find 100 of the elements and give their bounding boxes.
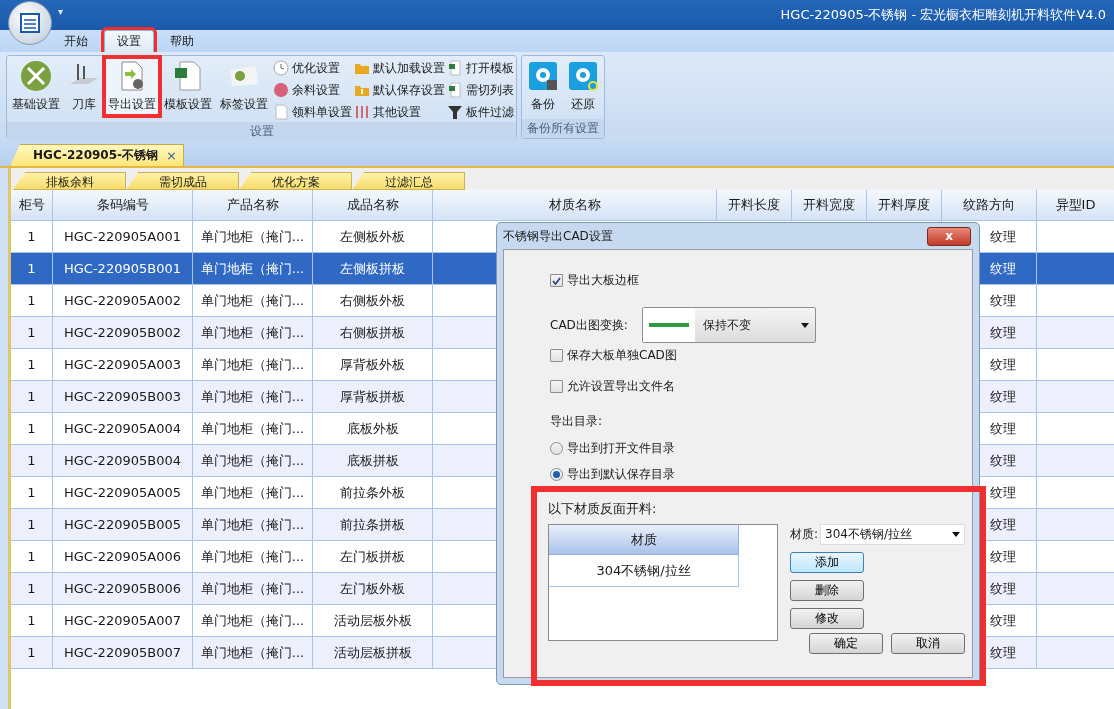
dialog-button[interactable]: 确定 [809,633,883,654]
table-cell: 单门地柜（掩门... [193,413,313,445]
sub-tab[interactable]: 排板余料 [13,172,126,190]
checkbox-label: 导出大板边框 [567,272,639,289]
column-header[interactable]: 异型ID [1037,190,1114,221]
caret-icon [800,322,809,328]
table-cell: 厚背板外板 [313,349,433,381]
group-label: 备份所有设置 [522,119,604,138]
checkbox[interactable] [550,349,563,362]
table-cell: 单门地柜（掩门... [193,445,313,477]
ribbon-button[interactable]: 基础设置 [9,58,63,115]
close-icon[interactable]: × [166,148,177,163]
table-cell: 右侧板外板 [313,285,433,317]
column-header[interactable]: 开料宽度 [792,190,867,221]
ribbon-small-button[interactable]: 优化设置 [273,58,352,78]
table-cell: 单门地柜（掩门... [193,605,313,637]
quick-access-caret[interactable]: ▾ [58,5,64,17]
close-button[interactable]: x [927,226,971,246]
line-style-dropdown[interactable]: 保持不变 [641,307,816,343]
table-cell: HGC-220905B003 [53,381,193,413]
action-button[interactable]: 删除 [790,580,864,601]
checkbox[interactable] [550,380,563,393]
ribbon-button[interactable]: 标签设置 [217,58,271,115]
table-cell: HGC-220905A002 [53,285,193,317]
document-tab[interactable]: HGC-220905-不锈钢 × [10,144,184,166]
dialog-button[interactable]: 取消 [891,633,965,654]
ribbon-button[interactable]: 备份 [524,58,562,115]
table-cell: HGC-220905A001 [53,221,193,253]
table-cell: 右侧板拼板 [313,317,433,349]
column-header[interactable]: 纹路方向 [942,190,1037,221]
ribbon-small-button[interactable]: 默认保存设置 [354,80,445,100]
checkmark-icon [552,276,561,285]
table-cell: 活动层板外板 [313,605,433,637]
ribbon-button[interactable]: 刀库 [65,58,103,115]
table-cell: 单门地柜（掩门... [193,509,313,541]
ribbon-small-button[interactable]: 默认加载设置 [354,58,445,78]
radio-label: 导出到默认保存目录 [567,466,675,483]
radio-label: 导出到打开文件目录 [567,440,675,457]
ribbon-small-button[interactable]: 打开模板 [447,58,514,78]
ribbon-small-button[interactable]: 余料设置 [273,80,352,100]
radio-button[interactable] [550,442,563,455]
ribbon-button[interactable]: 模板设置 [161,58,215,115]
section-label: 导出目录: [550,413,603,430]
ribbon-button[interactable]: 导出设置 [105,58,159,115]
column-header[interactable]: 开料厚度 [867,190,942,221]
table-cell: HGC-220905A006 [53,541,193,573]
table-cell: HGC-220905A003 [53,349,193,381]
table-cell: 1 [11,509,53,541]
column-header[interactable]: 柜号 [11,190,53,221]
table-cell: 左侧板外板 [313,221,433,253]
table-cell: 前拉条外板 [313,477,433,509]
table-cell: HGC-220905A007 [53,605,193,637]
column-header[interactable]: 材质名称 [433,190,717,221]
group-label: 设置 [7,122,516,141]
dialog-title: 不锈钢导出CAD设置 [503,227,613,245]
table-cell: HGC-220905B007 [53,637,193,669]
column-header[interactable]: 开料长度 [717,190,792,221]
field-label: CAD出图变换: [550,316,628,334]
ribbon-small-button[interactable]: 领料单设置 [273,102,352,122]
ribbon-small-button[interactable]: 板件过滤 [447,102,514,122]
ribbon-tab[interactable]: 开始 [52,31,100,52]
sub-tab[interactable]: 过滤汇总 [352,172,465,190]
table-cell: HGC-220905B004 [53,445,193,477]
document-icon [273,104,289,120]
ribbon-button[interactable]: 还原 [564,58,602,115]
column-header[interactable]: 成品名称 [313,190,433,221]
table-cell: 1 [11,477,53,509]
column-header[interactable]: 产品名称 [193,190,313,221]
table-cell: 1 [11,413,53,445]
list-row[interactable]: 304不锈钢/拉丝 [549,555,739,587]
action-button[interactable]: 修改 [790,608,864,629]
table-cell: 1 [11,349,53,381]
table-cell: 单门地柜（掩门... [193,317,313,349]
ribbon-tab[interactable]: 帮助 [158,31,206,52]
column-header[interactable]: 材质 [549,525,739,555]
table-cell: 1 [11,445,53,477]
ribbon-tab[interactable]: 设置 [104,30,154,52]
table-cell: 前拉条拼板 [313,509,433,541]
app-menu-button[interactable] [8,1,52,45]
material-dropdown[interactable]: 304不锈钢/拉丝 [820,524,965,545]
spreadsheet-icon [172,60,204,92]
sub-tab[interactable]: 优化方案 [239,172,352,190]
checkbox-label: 允许设置导出文件名 [567,378,675,395]
checkbox[interactable] [550,274,563,287]
ribbon-small-button[interactable]: 其他设置 [354,102,445,122]
table-cell: 单门地柜（掩门... [193,573,313,605]
table-cell: 底板外板 [313,413,433,445]
ribbon-small-button[interactable]: 需切列表 [447,80,514,100]
table-cell: 左侧板拼板 [313,253,433,285]
sub-tab[interactable]: 需切成品 [126,172,239,190]
table-cell: 1 [11,253,53,285]
filter-icon [447,104,463,120]
section-label: 以下材质反面开料: [548,500,658,518]
table-cell: HGC-220905B002 [53,317,193,349]
radio-button[interactable] [550,468,563,481]
table-cell: 单门地柜（掩门... [193,381,313,413]
action-button[interactable]: 添加 [790,552,864,573]
line-preview-icon [648,323,689,327]
column-header[interactable]: 条码编号 [53,190,193,221]
spreadsheet-icon [447,82,463,98]
